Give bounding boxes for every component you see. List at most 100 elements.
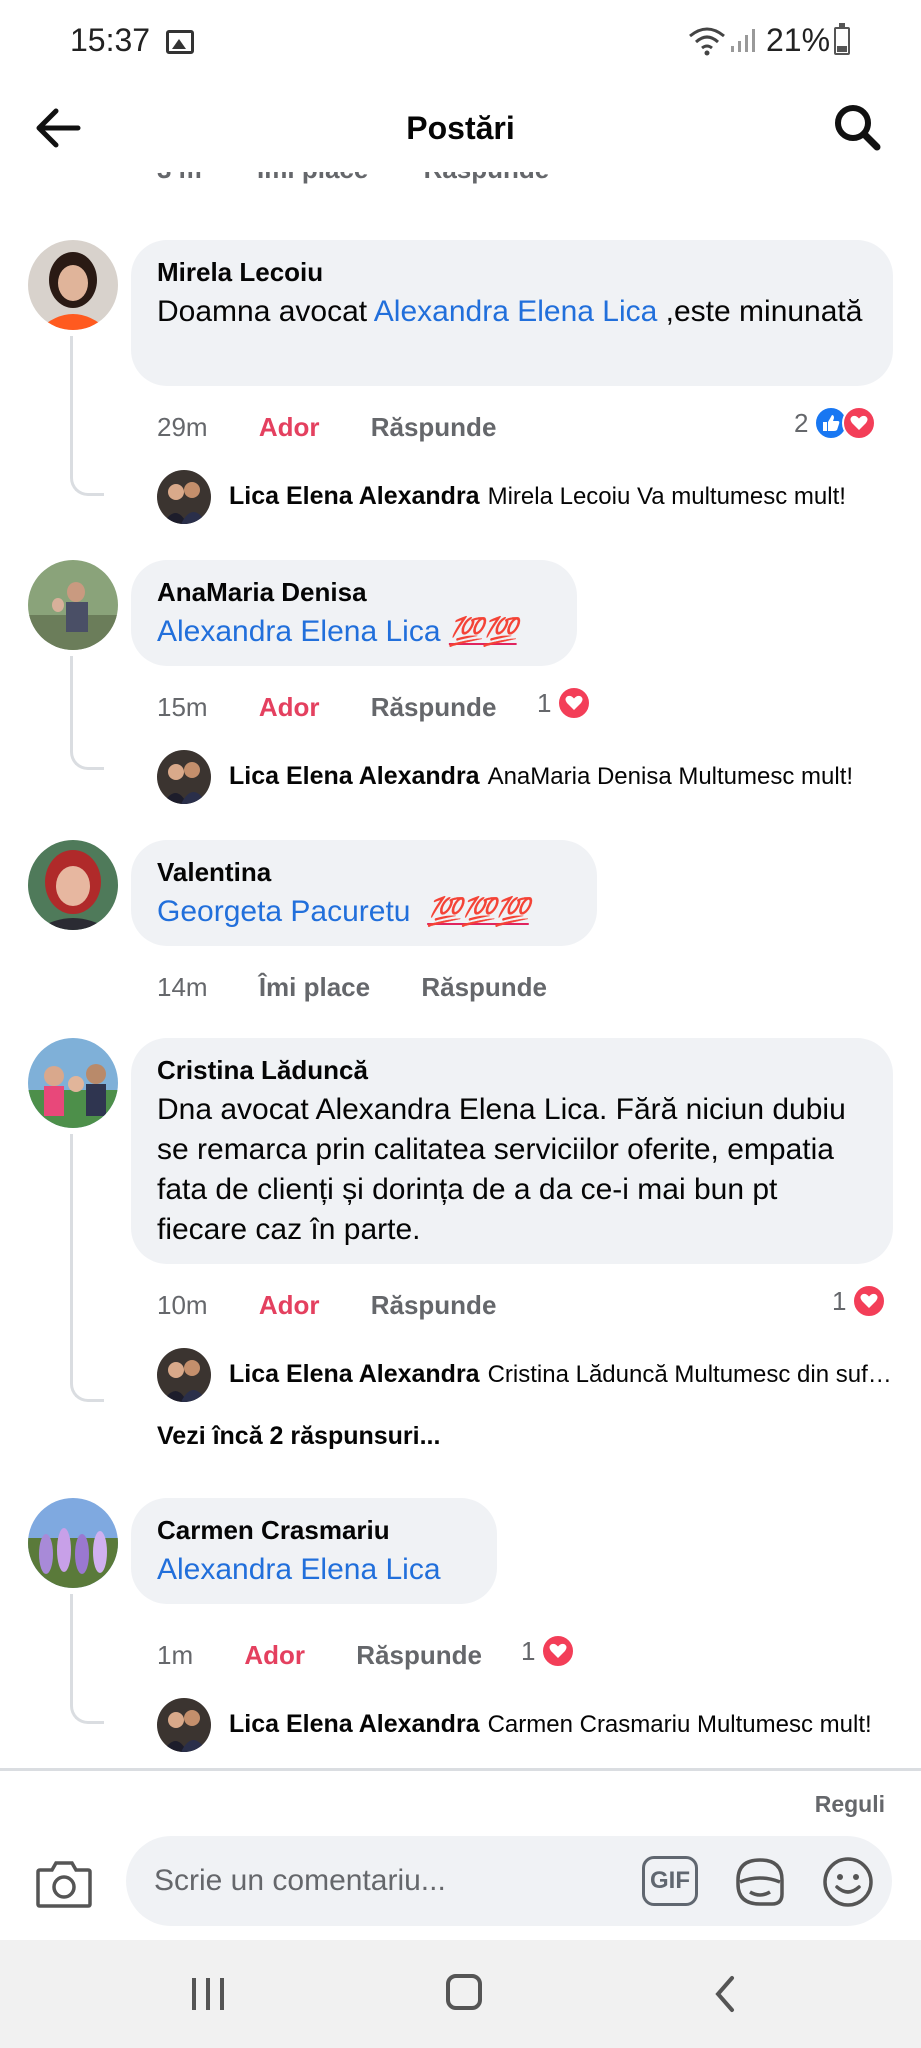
reply-avatar	[157, 470, 211, 524]
view-more-replies-link[interactable]: Vezi încă 2 răspunsuri...	[157, 1422, 440, 1451]
avatar[interactable]	[28, 1038, 118, 1128]
comment-text: Alexandra Elena Lica	[157, 1550, 471, 1590]
comment-bubble[interactable]: AnaMaria Denisa Alexandra Elena Lica 💯💯	[131, 560, 577, 666]
like-button[interactable]: Îmi place	[259, 972, 370, 1003]
reply-text-line: Lica Elena Alexandra Carmen Crasmariu Mul…	[229, 1710, 897, 1739]
recent-apps-button[interactable]	[190, 1976, 226, 2012]
battery-percent: 21%	[766, 22, 831, 58]
reply-preview[interactable]: Lica Elena Alexandra Mirela Lecoiu Va mul…	[157, 470, 897, 526]
reaction-summary[interactable]: 2	[794, 406, 877, 440]
battery-icon	[834, 23, 850, 55]
reply-text-line: Lica Elena Alexandra Cristina Lăduncă Mul…	[229, 1360, 897, 1389]
mention-link[interactable]: Alexandra Elena Lica	[374, 295, 658, 328]
comment-time: 1m	[157, 1640, 194, 1670]
comment-time: 10m	[157, 1290, 208, 1320]
reaction-summary[interactable]: 1	[832, 1284, 887, 1318]
reply-author[interactable]: Lica Elena Alexandra	[229, 482, 480, 510]
recent-apps-icon	[192, 1978, 196, 2010]
hundred-emoji: 💯💯💯	[427, 896, 530, 927]
comment-bubble[interactable]: Mirela Lecoiu Doamna avocat Alexandra El…	[131, 240, 893, 386]
comment-bubble[interactable]: Carmen Crasmariu Alexandra Elena Lica	[131, 1498, 497, 1604]
previous-reply-button[interactable]: Răspunde	[424, 172, 550, 184]
comment-time: 14m	[157, 972, 208, 1002]
previous-comment-actions: 3 m Îmi place Răspunde	[157, 172, 597, 185]
emoji-button[interactable]	[820, 1854, 876, 1910]
react-button[interactable]: Ador	[259, 1290, 320, 1321]
comment-text-part: ,este minunată	[657, 295, 863, 328]
wifi-icon	[689, 27, 725, 56]
rules-link[interactable]: Reguli	[815, 1791, 885, 1818]
camera-button[interactable]	[34, 1856, 94, 1912]
comment-actions: 29m Ador Răspunde	[157, 412, 540, 443]
reply-text: Mirela Lecoiu Va multumesc mult!	[487, 483, 846, 510]
mention-link[interactable]: Georgeta Pacuretu	[157, 895, 411, 928]
gif-button[interactable]: GIF	[642, 1856, 698, 1906]
reaction-count: 1	[832, 1285, 847, 1316]
reaction-count: 1	[521, 1635, 536, 1666]
sticker-button[interactable]	[730, 1854, 790, 1910]
reaction-summary[interactable]: 1	[537, 686, 592, 720]
header: Postări	[0, 84, 921, 172]
recent-apps-icon	[220, 1978, 224, 2010]
comment-author[interactable]: AnaMaria Denisa	[157, 576, 551, 608]
reply-preview[interactable]: Lica Elena Alexandra AnaMaria Denisa Mult…	[157, 750, 897, 806]
thread-line	[70, 1594, 104, 1724]
search-button[interactable]	[830, 100, 886, 156]
comment-bubble[interactable]: Valentina Georgeta Pacuretu 💯💯💯	[131, 840, 597, 946]
react-button[interactable]: Ador	[259, 412, 320, 443]
sticker-icon	[736, 1858, 784, 1906]
previous-like-button[interactable]: Îmi place	[257, 172, 368, 184]
comment-input[interactable]	[154, 1858, 594, 1904]
previous-comment-time: 3 m	[157, 172, 202, 184]
avatar[interactable]	[28, 1498, 118, 1588]
comment-actions: 10m Ador Răspunde	[157, 1290, 540, 1321]
comment-author[interactable]: Carmen Crasmariu	[157, 1514, 471, 1546]
signal-icon	[731, 29, 755, 52]
reply-button[interactable]: Răspunde	[371, 692, 497, 723]
mention-link[interactable]: Alexandra Elena Lica	[157, 615, 441, 648]
status-time: 15:37	[70, 22, 151, 58]
thread-line	[70, 656, 104, 770]
system-navigation-bar	[0, 1940, 921, 2048]
comment-author[interactable]: Valentina	[157, 856, 571, 888]
status-bar: 15:37 21%	[0, 0, 921, 84]
reply-text: Carmen Crasmariu Multumesc mult!	[487, 1711, 872, 1738]
reply-text: Cristina Lăduncă Multumesc din suflet!	[487, 1361, 897, 1388]
page-title: Postări	[406, 110, 515, 146]
love-reaction-icon	[557, 686, 592, 720]
reply-preview[interactable]: Lica Elena Alexandra Cristina Lăduncă Mul…	[157, 1348, 897, 1404]
reaction-summary[interactable]: 1	[521, 1634, 576, 1668]
comment-item: Mirela Lecoiu Doamna avocat Alexandra El…	[0, 240, 921, 524]
comment-author[interactable]: Mirela Lecoiu	[157, 256, 867, 288]
reply-text-line: Lica Elena Alexandra Mirela Lecoiu Va mul…	[229, 482, 897, 511]
system-back-button[interactable]	[708, 1974, 744, 2014]
comment-text: Dna avocat Alexandra Elena Lica. Fără ni…	[157, 1093, 846, 1246]
mention-link[interactable]: Alexandra Elena Lica	[157, 1553, 441, 1586]
reply-button[interactable]: Răspunde	[371, 1290, 497, 1321]
smiley-face-icon	[823, 1857, 873, 1907]
comment-author[interactable]: Cristina Lăduncă	[157, 1054, 867, 1086]
reply-author[interactable]: Lica Elena Alexandra	[229, 762, 480, 790]
reply-button[interactable]: Răspunde	[421, 972, 547, 1003]
avatar[interactable]	[28, 240, 118, 330]
comment-bubble[interactable]: Cristina Lăduncă Dna avocat Alexandra El…	[131, 1038, 893, 1264]
home-button[interactable]	[446, 1974, 482, 2010]
search-icon	[835, 105, 881, 151]
gallery-notification-icon	[166, 30, 194, 54]
reply-preview[interactable]: Lica Elena Alexandra Carmen Crasmariu Mul…	[157, 1698, 897, 1754]
react-button[interactable]: Ador	[244, 1640, 305, 1671]
love-reaction-icon	[541, 1634, 576, 1668]
comment-time: 15m	[157, 692, 208, 722]
reply-button[interactable]: Răspunde	[356, 1640, 482, 1671]
hundred-emoji: 💯💯	[448, 616, 518, 647]
comment-text-part: Doamna avocat	[157, 295, 374, 328]
avatar[interactable]	[28, 840, 118, 930]
reply-author[interactable]: Lica Elena Alexandra	[229, 1360, 480, 1388]
react-button[interactable]: Ador	[259, 692, 320, 723]
divider	[0, 1768, 921, 1771]
reply-button[interactable]: Răspunde	[371, 412, 497, 443]
avatar[interactable]	[28, 560, 118, 650]
reply-author[interactable]: Lica Elena Alexandra	[229, 1710, 480, 1738]
comment-actions: 15m Ador Răspunde	[157, 692, 540, 723]
reaction-count: 2	[794, 407, 809, 438]
